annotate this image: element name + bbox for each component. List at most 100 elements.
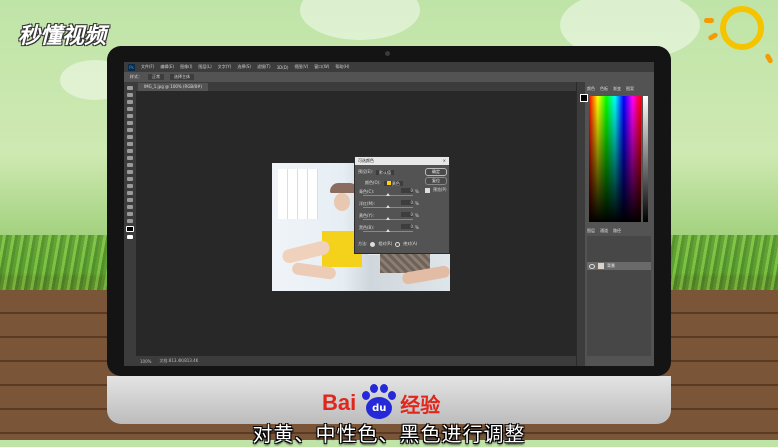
slider-value-input[interactable]: 0 <box>401 212 413 217</box>
absolute-radio[interactable] <box>395 241 401 247</box>
tab-color[interactable]: 颜色 <box>587 86 595 92</box>
menu-item[interactable]: 帮助(H) <box>335 64 349 70</box>
preview-label: 预览(P) <box>433 187 447 192</box>
slider-thumb[interactable] <box>386 229 390 232</box>
canvas-area[interactable]: 可选颜色 × 预设(E): 默认值 颜色(O): 黄色 确定 复位 预览(P) … <box>136 91 576 356</box>
ok-button[interactable]: 确定 <box>425 168 447 176</box>
menu-item[interactable]: 文字(Y) <box>218 64 232 70</box>
preset-select[interactable]: 默认值 <box>376 169 394 175</box>
tools-panel <box>124 82 136 366</box>
quick-select-tool-icon[interactable] <box>127 107 133 111</box>
colors-value: 黄色 <box>391 180 400 186</box>
path-select-tool-icon[interactable] <box>127 198 133 202</box>
menu-item[interactable]: 滤镜(T) <box>257 64 271 70</box>
slider-thumb[interactable] <box>386 217 390 220</box>
marquee-tool-icon[interactable] <box>127 93 133 97</box>
layer-name: 背景 <box>607 263 615 268</box>
document-size: 文档:813.4K/813.4K <box>159 358 199 363</box>
healing-tool-icon[interactable] <box>127 128 133 132</box>
history-brush-tool-icon[interactable] <box>127 149 133 153</box>
move-tool-icon[interactable] <box>127 86 133 90</box>
method-label: 方法: <box>358 241 368 246</box>
relative-label: 相对(R) <box>378 241 393 246</box>
slider-unit: % <box>415 189 419 194</box>
dialog-title-bar: 可选颜色 × <box>355 157 449 165</box>
style-select[interactable]: 正常 <box>148 74 164 80</box>
slider-unit: % <box>415 213 419 218</box>
menu-item[interactable]: 视图(V) <box>294 64 308 70</box>
preview-checkbox[interactable] <box>425 187 430 193</box>
dodge-tool-icon[interactable] <box>127 177 133 181</box>
foreground-color-icon[interactable] <box>126 226 134 232</box>
eraser-tool-icon[interactable] <box>127 156 133 160</box>
brightness-ramp[interactable] <box>643 96 648 222</box>
slider-value-input[interactable]: 0 <box>401 200 413 205</box>
tab-gradients[interactable]: 渐变 <box>613 86 621 92</box>
menu-item[interactable]: 选择(S) <box>237 64 251 70</box>
slider-thumb[interactable] <box>386 205 390 208</box>
options-label: 样式： <box>130 74 142 79</box>
logo-text-jingyan: 经验 <box>400 394 441 417</box>
slider-value-input[interactable]: 0 <box>401 188 413 193</box>
tab-paths[interactable]: 路径 <box>613 228 621 234</box>
type-tool-icon[interactable] <box>127 191 133 195</box>
menu-item[interactable]: 编辑(E) <box>160 64 174 70</box>
slider-thumb[interactable] <box>386 193 390 196</box>
layer-row[interactable]: 背景 <box>587 262 651 270</box>
color-spectrum[interactable] <box>589 96 641 222</box>
background-color-icon[interactable] <box>127 235 133 239</box>
crop-tool-icon[interactable] <box>127 114 133 118</box>
lasso-tool-icon[interactable] <box>127 100 133 104</box>
menu-item[interactable]: 窗口(W) <box>314 64 329 70</box>
colors-select[interactable]: 黄色 <box>383 180 403 186</box>
photo-person <box>334 193 350 211</box>
relative-radio[interactable] <box>370 241 376 247</box>
hand-tool-icon[interactable] <box>127 212 133 216</box>
video-subtitle: 对黄、中性色、黑色进行调整 <box>252 422 526 446</box>
reset-button[interactable]: 复位 <box>425 177 447 185</box>
dialog-title: 可选颜色 <box>358 158 374 163</box>
tab-swatches[interactable]: 色板 <box>600 86 608 92</box>
preview-row: 预览(P) <box>425 187 447 193</box>
pen-tool-icon[interactable] <box>127 184 133 188</box>
method-row: 方法: 相对(R) 绝对(A) <box>358 241 417 247</box>
menu-bar: Ps 文件(F) 编辑(E) 图像(I) 图层(L) 文字(Y) 选择(S) 滤… <box>124 62 654 72</box>
sun-ray <box>704 18 714 23</box>
stamp-tool-icon[interactable] <box>127 142 133 146</box>
blur-tool-icon[interactable] <box>127 170 133 174</box>
layers-list: 背景 <box>587 236 651 356</box>
menu-item[interactable]: 3D(D) <box>277 65 289 70</box>
right-panels: 颜色 色板 渐变 图案 图层 通道 路径 背景 <box>576 82 654 366</box>
eyedropper-tool-icon[interactable] <box>127 121 133 125</box>
eye-icon[interactable] <box>589 263 595 269</box>
tab-channels[interactable]: 通道 <box>600 228 608 234</box>
tab-patterns[interactable]: 图案 <box>626 86 634 92</box>
colors-label: 颜色(O): <box>365 180 381 185</box>
tab-layers[interactable]: 图层 <box>587 228 595 234</box>
slider-yellow: 黄色(Y): 0 % <box>359 212 419 221</box>
document-tab[interactable]: IMG_1.jpg @ 100% (RGB/8#) <box>138 83 208 91</box>
photoshop-logo-icon: Ps <box>128 63 135 71</box>
slider-value-input[interactable]: 0 <box>401 224 413 229</box>
layer-thumbnail <box>598 263 604 269</box>
webcam <box>385 51 390 56</box>
menu-item[interactable]: 图像(I) <box>180 64 192 70</box>
select-subject-button[interactable]: 选择主体 <box>170 74 194 80</box>
gradient-tool-icon[interactable] <box>127 163 133 167</box>
absolute-label: 绝对(A) <box>403 241 418 246</box>
zoom-tool-icon[interactable] <box>127 219 133 223</box>
logo-text-du: du <box>366 397 393 419</box>
document-tabs: IMG_1.jpg @ 100% (RGB/8#) <box>136 82 576 91</box>
zoom-level[interactable]: 100% <box>140 359 151 364</box>
selective-color-dialog: 可选颜色 × 预设(E): 默认值 颜色(O): 黄色 确定 复位 预览(P) … <box>354 156 450 254</box>
paw-toe <box>370 384 379 393</box>
shape-tool-icon[interactable] <box>127 205 133 209</box>
close-icon[interactable]: × <box>443 157 446 165</box>
menu-item[interactable]: 文件(F) <box>141 64 154 70</box>
status-bar: 100% 文档:813.4K/813.4K <box>136 356 580 366</box>
brush-tool-icon[interactable] <box>127 135 133 139</box>
photoshop-window: Ps 文件(F) 编辑(E) 图像(I) 图层(L) 文字(Y) 选择(S) 滤… <box>124 62 654 366</box>
color-swatch-icon[interactable] <box>580 94 588 102</box>
slider-magenta: 洋红(M): 0 % <box>359 200 419 209</box>
menu-item[interactable]: 图层(L) <box>198 64 211 70</box>
